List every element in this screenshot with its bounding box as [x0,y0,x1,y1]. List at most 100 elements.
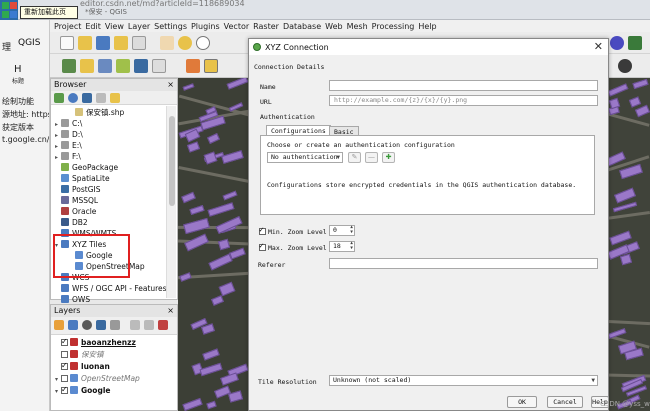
auth-config-select[interactable]: No authentication ▼ [267,152,343,163]
filter-icon[interactable] [82,93,92,103]
menu-vector[interactable]: Vector [224,22,250,31]
add-config-button[interactable]: ✚ [382,152,395,163]
edit-config-button[interactable]: ✎ [348,152,361,163]
layer-visibility-checkbox[interactable] [61,351,68,358]
browser-scrollbar[interactable] [166,106,176,298]
browser-item[interactable]: WCS [55,272,89,283]
map-building [619,253,633,266]
name-input[interactable] [329,80,598,91]
menu-layer[interactable]: Layer [128,22,150,31]
qgis-label: QGIS [18,38,41,48]
map-canvas[interactable] [178,78,250,411]
max-zoom-spinbox[interactable]: 18 ▲ ▼ [329,241,355,252]
layer-label: 保安镇 [81,350,104,359]
min-zoom-checkbox[interactable] [259,225,266,235]
collapse-all-icon[interactable] [96,93,106,103]
add-group-icon[interactable] [68,320,78,330]
pan-to-selection-icon[interactable] [178,36,192,50]
remove-config-button[interactable]: — [365,152,378,163]
spin-arrows-icon[interactable]: ▲ ▼ [350,241,353,251]
layer-item[interactable]: baoanzhenzz [55,336,136,348]
browser-close-icon[interactable]: × [167,79,177,91]
add-mesh-icon[interactable] [134,59,148,73]
layer-visibility-checkbox[interactable] [61,384,68,395]
locate-icon[interactable] [618,59,632,73]
layer-item[interactable]: luonan [55,360,110,372]
expand-all-icon[interactable] [130,320,140,330]
browser-item[interactable]: ▸ D:\ [55,129,83,140]
browser-item[interactable]: PostGIS [55,184,100,195]
menu-web[interactable]: Web [325,22,342,31]
layers-close-icon[interactable]: × [167,305,177,317]
browser-item[interactable]: WMS/WMTS [55,228,116,239]
max-zoom-checkbox[interactable] [259,241,266,251]
data-source-icon[interactable] [62,59,76,73]
spin-arrows-icon[interactable]: ▲ ▼ [350,225,353,235]
layer-visibility-checkbox[interactable] [61,336,68,347]
open-project-icon[interactable] [78,36,92,50]
left-app-text: 源地址: https:/ [2,110,49,119]
map-canvas-right[interactable] [606,78,650,411]
style-icon[interactable] [54,320,64,330]
referer-input[interactable] [329,258,598,269]
menu-edit[interactable]: Edit [85,22,101,31]
add-selected-icon[interactable] [54,93,64,103]
new-project-icon[interactable] [60,36,74,50]
add-vector-icon[interactable] [98,59,112,73]
scrollbar-thumb[interactable] [169,116,175,206]
menu-processing[interactable]: Processing [372,22,415,31]
menu-help[interactable]: Help [418,22,436,31]
layer-visibility-checkbox[interactable] [61,375,68,382]
browser-item[interactable]: 保安镇.shp [69,107,124,118]
dialog-close-icon[interactable]: ✕ [594,40,603,53]
layer-visibility-checkbox[interactable] [61,360,68,371]
cancel-button[interactable]: Cancel [547,396,583,408]
browser-item[interactable]: ▸ C:\ [55,118,82,129]
menu-project[interactable]: Project [54,22,81,31]
plugin-icon[interactable] [628,36,642,50]
print-icon[interactable] [132,36,146,50]
layer-item[interactable]: ▾ OpenStreetMap [55,373,140,384]
browser-item[interactable]: MSSQL [55,195,98,206]
settings-gear-icon[interactable] [610,36,624,50]
pan-icon[interactable] [160,36,174,50]
menu-view[interactable]: View [105,22,124,31]
browser-item[interactable]: WFS / OGC API - Features [55,283,167,294]
ok-button[interactable]: OK [507,396,537,408]
menu-database[interactable]: Database [283,22,321,31]
visibility-icon[interactable] [82,320,92,330]
map-building [221,150,244,164]
toggle-edit-icon[interactable] [204,59,218,73]
browser-item[interactable]: OpenStreetMap [69,261,145,272]
remove-layer-icon[interactable] [158,320,168,330]
browser-item[interactable]: GeoPackage [55,162,118,173]
save-project-icon[interactable] [96,36,110,50]
browser-item[interactable]: SpatiaLite [55,173,110,184]
collapse-all-icon[interactable] [144,320,154,330]
zoom-in-icon[interactable] [196,36,210,50]
min-zoom-spinbox[interactable]: 0 ▲ ▼ [329,225,355,236]
refresh-icon[interactable] [68,93,78,103]
url-input[interactable]: http://example.com/{z}/{x}/{y}.png [329,95,598,106]
properties-icon[interactable] [110,93,120,103]
layer-item[interactable]: ▾Google [55,384,111,396]
layout-icon[interactable] [114,36,128,50]
menu-mesh[interactable]: Mesh [347,22,368,31]
add-raster-icon[interactable] [116,59,130,73]
browser-item[interactable]: ▸ F:\ [55,151,81,162]
tile-resolution-select[interactable]: Unknown (not scaled) ▼ [329,375,598,386]
menu-settings[interactable]: Settings [154,22,187,31]
expression-filter-icon[interactable] [110,320,120,330]
menu-raster[interactable]: Raster [253,22,279,31]
add-layer-icon[interactable] [80,59,94,73]
filter-legend-icon[interactable] [96,320,106,330]
browser-item[interactable]: ▸ E:\ [55,140,82,151]
menu-plugins[interactable]: Plugins [191,22,220,31]
new-layer-icon[interactable] [152,59,166,73]
browser-item[interactable]: DB2 [55,217,88,228]
browser-item[interactable]: Google [69,250,112,261]
browser-item[interactable]: ▾ XYZ Tiles [55,239,106,250]
browser-item[interactable]: Oracle [55,206,96,217]
edit-pencil-icon[interactable] [186,59,200,73]
layer-item[interactable]: 保安镇 [55,349,104,360]
